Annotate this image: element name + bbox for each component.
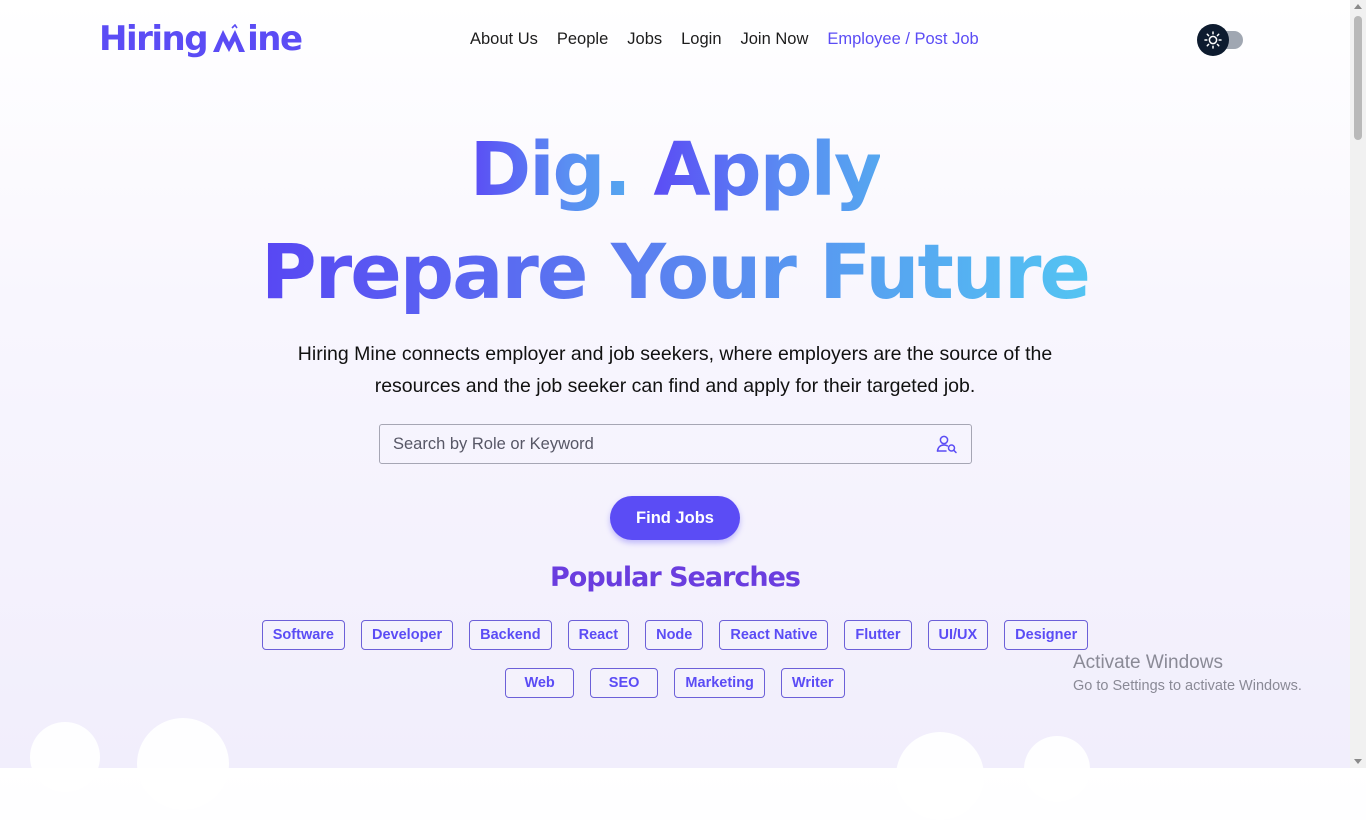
mountain-m-icon	[213, 24, 246, 52]
search-box	[379, 424, 972, 464]
hero-word-prepare: Prepare	[261, 227, 587, 316]
scrollbar-thumb[interactable]	[1354, 16, 1362, 140]
popular-searches-title: Popular Searches	[550, 562, 801, 593]
activate-windows-watermark: Activate Windows Go to Settings to activ…	[1073, 652, 1302, 694]
hero-word-your: Your	[610, 227, 795, 316]
tag-web[interactable]: Web	[505, 668, 574, 698]
tag-writer[interactable]: Writer	[780, 668, 845, 698]
sun-icon	[1204, 31, 1222, 49]
tag-seo[interactable]: SEO	[589, 668, 659, 698]
hero-headline-line2: Prepare Your Future	[0, 234, 1350, 310]
nav-about-us[interactable]: About Us	[470, 30, 538, 49]
toggle-knob	[1197, 24, 1229, 56]
hero-word-apply: Apply	[653, 127, 882, 213]
scroll-down-arrow-icon[interactable]	[1354, 759, 1362, 764]
tag-marketing[interactable]: Marketing	[674, 668, 765, 698]
nav-jobs[interactable]: Jobs	[627, 30, 662, 49]
decorative-cloud	[1024, 736, 1090, 802]
brand-logo[interactable]: Hiring ine	[99, 18, 303, 60]
tag-ui-ux[interactable]: UI/UX	[927, 620, 989, 650]
tag-node[interactable]: Node	[645, 620, 704, 650]
decorative-cloud	[30, 722, 100, 792]
nav-join-now[interactable]: Join Now	[741, 30, 809, 49]
find-jobs-button[interactable]: Find Jobs	[610, 496, 740, 540]
hero-word-future: Future	[819, 227, 1089, 316]
hero-word-dig: Dig.	[469, 127, 632, 213]
tag-software[interactable]: Software	[261, 620, 346, 650]
nav-login[interactable]: Login	[681, 30, 721, 49]
nav-people[interactable]: People	[557, 30, 608, 49]
watermark-subtitle: Go to Settings to activate Windows.	[1073, 678, 1302, 694]
tag-designer[interactable]: Designer	[1004, 620, 1089, 650]
tag-developer[interactable]: Developer	[361, 620, 454, 650]
tag-react[interactable]: React	[567, 620, 630, 650]
hero-headline-line2-text: Prepare Your Future	[261, 227, 1089, 316]
user-search-icon[interactable]	[936, 434, 958, 454]
search-input[interactable]	[393, 425, 913, 463]
hero-description: Hiring Mine connects employer and job se…	[297, 343, 1053, 397]
brand-name-left: Hiring	[99, 19, 209, 59]
top-navigation: Hiring ine About Us People Jobs Login Jo…	[0, 0, 1350, 80]
hero-headline-line1: Dig. Apply	[0, 133, 1350, 207]
popular-tags-row-1: Software Developer Backend React Node Re…	[0, 620, 1350, 650]
nav-employee-post-job[interactable]: Employee / Post Job	[827, 30, 978, 49]
decorative-cloud	[137, 718, 229, 810]
tag-backend[interactable]: Backend	[469, 620, 552, 650]
page-scrollbar[interactable]	[1350, 0, 1366, 768]
brand-name-right: ine	[247, 19, 303, 59]
nav-links: About Us People Jobs Login Join Now Empl…	[470, 30, 998, 49]
tag-react-native[interactable]: React Native	[719, 620, 829, 650]
scroll-up-arrow-icon[interactable]	[1354, 4, 1362, 9]
watermark-title: Activate Windows	[1073, 652, 1223, 673]
theme-toggle[interactable]	[1197, 23, 1245, 57]
tag-flutter[interactable]: Flutter	[844, 620, 912, 650]
decorative-cloud	[896, 732, 984, 820]
